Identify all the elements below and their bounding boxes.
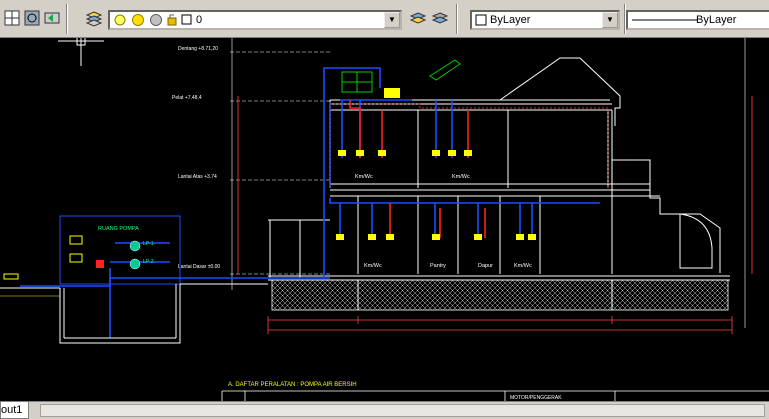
layer-walk-button[interactable] <box>430 8 450 28</box>
level-label-roof: Dentang +8.71,20 <box>178 46 218 52</box>
toolbar-separator <box>456 4 458 34</box>
vertical-dimensions <box>237 96 753 274</box>
select-target-icon <box>24 10 40 26</box>
cad-drawing: Dentang +8.71,20 Pelat +7.48,4 Lantai At… <box>0 38 769 401</box>
linetype-preview-icon <box>632 19 698 21</box>
ground-tank-outline <box>0 283 268 344</box>
room-label: Pantry <box>430 263 446 269</box>
layer-previous-button[interactable] <box>42 8 62 28</box>
room-label: Km/Wc <box>514 263 532 269</box>
layer-manager-button[interactable] <box>84 8 104 28</box>
layer-previous-icon <box>44 12 60 24</box>
pump-label: LP-1 <box>143 241 154 247</box>
layer-status-icons <box>114 14 192 26</box>
solar-panel <box>429 59 461 81</box>
toolbar-separator <box>66 4 68 34</box>
pump-icon <box>129 258 141 270</box>
chevron-down-icon[interactable]: ▼ <box>602 12 618 28</box>
room-label: Km/Wc <box>355 174 373 180</box>
layer-grid-icon <box>4 10 20 26</box>
room-label: Km/Wc <box>364 263 382 269</box>
equipment-schedule <box>221 390 769 401</box>
layer-color-swatch-icon <box>181 14 192 25</box>
level-label-slab: Pelat +7.48,4 <box>172 95 202 101</box>
layers-toolbar: 0 ▼ ByLayer ▼ ByLayer <box>0 0 769 38</box>
crosshair-cursor-icon <box>58 38 104 66</box>
building-outline <box>268 57 730 281</box>
room-label: Dapur <box>478 263 493 269</box>
layer-states-button[interactable] <box>2 8 22 28</box>
layers-stack-icon <box>85 11 103 27</box>
level-label-ground: Lantai Dasar ±0.00 <box>178 264 220 270</box>
horizontal-dimensions <box>267 316 733 334</box>
horizontal-scrollbar[interactable] <box>40 404 765 417</box>
layer-on-bulb-icon <box>114 14 126 26</box>
make-object-current-button[interactable] <box>22 8 42 28</box>
linetype-value: ByLayer <box>696 14 737 26</box>
layer-unlock-icon <box>167 17 177 26</box>
schedule-title: A. DAFTAR PERALATAN : POMPA AIR BERSIH <box>228 382 357 388</box>
level-lines <box>230 51 330 275</box>
pump-icon <box>129 240 141 252</box>
drawing-canvas[interactable]: Dentang +8.71,20 Pelat +7.48,4 Lantai At… <box>0 38 769 401</box>
linetype-dropdown[interactable]: ByLayer <box>626 10 769 30</box>
layer-walk-icon <box>431 12 449 24</box>
foundation-hatch <box>271 279 729 311</box>
room-label: Km/Wc <box>452 174 470 180</box>
tab-layout1[interactable]: out1 <box>0 402 30 419</box>
match-layer-button[interactable] <box>408 8 428 28</box>
layer-vp-freeze-icon <box>150 14 162 26</box>
layer-match-icon <box>409 12 427 24</box>
pump-symbols <box>69 235 141 270</box>
layer-dropdown[interactable]: 0 ▼ <box>108 10 402 30</box>
color-dropdown[interactable]: ByLayer ▼ <box>470 10 620 30</box>
layer-thaw-sun-icon <box>132 14 144 26</box>
layer-name: 0 <box>196 14 203 26</box>
chevron-down-icon[interactable]: ▼ <box>384 12 400 28</box>
layout-tab-bar: out1 <box>0 401 769 419</box>
level-label-upper: Lantai Atas +3.74 <box>178 174 217 180</box>
pump-label: LP-2 <box>143 259 154 265</box>
color-swatch-icon <box>475 14 487 26</box>
color-value: ByLayer <box>490 14 531 26</box>
pump-room-label: RUANG POMPA <box>98 226 139 232</box>
